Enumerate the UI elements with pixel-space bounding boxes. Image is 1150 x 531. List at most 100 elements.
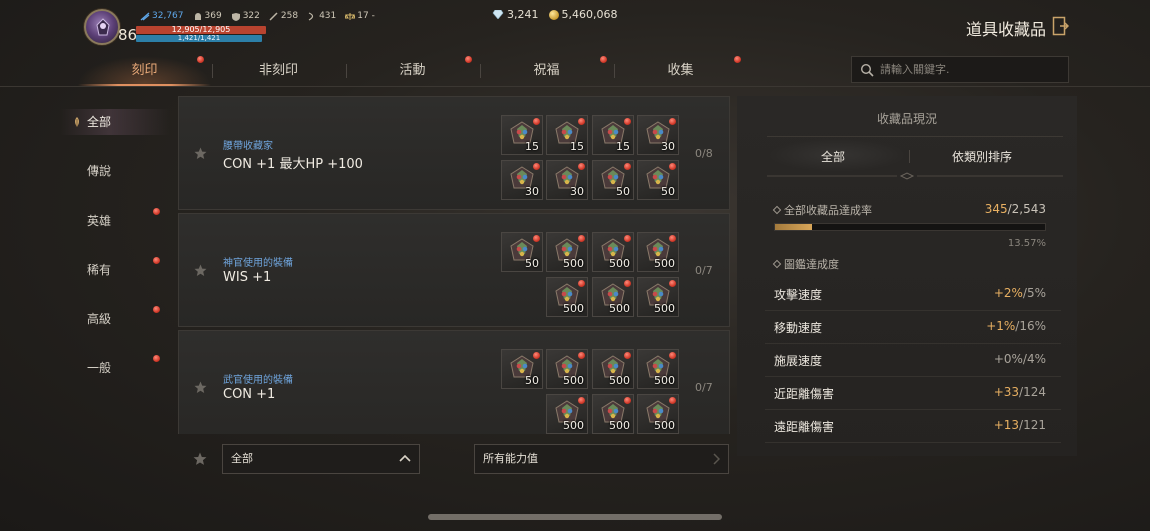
- notification-dot: [153, 306, 160, 313]
- favorite-star-icon[interactable]: [194, 264, 207, 277]
- total-rate-percent: 13.57%: [1007, 238, 1046, 249]
- notification-dot: [578, 235, 585, 242]
- collection-item-slot[interactable]: 50: [637, 160, 679, 200]
- panel-divider: [767, 136, 1063, 137]
- combat-power: 32,767: [140, 11, 184, 21]
- collection-item-slot[interactable]: 500: [546, 394, 588, 434]
- stat-ranged: 431: [307, 11, 336, 21]
- tab-separator: [346, 64, 347, 78]
- collection-item-slot[interactable]: 500: [546, 232, 588, 272]
- collection-effect: CON +1 最大HP +100: [223, 157, 363, 172]
- category-legendary[interactable]: 傳說: [60, 158, 170, 184]
- character-level: 86: [118, 26, 138, 44]
- collection-item-slot[interactable]: 500: [592, 277, 634, 317]
- panel-tab-sort-by-category[interactable]: 依類別排序: [952, 148, 1012, 165]
- item-required-count: 50: [525, 374, 539, 387]
- collection-item-slot[interactable]: 500: [637, 232, 679, 272]
- collection-progress: 0/8: [695, 147, 713, 160]
- collection-item-slot[interactable]: 500: [592, 232, 634, 272]
- category-advanced[interactable]: 高級: [60, 306, 170, 332]
- favorites-filter-star-icon[interactable]: [193, 452, 207, 466]
- collection-item-slot[interactable]: 30: [546, 160, 588, 200]
- item-required-count: 15: [616, 140, 630, 153]
- header-divider: [0, 86, 1150, 87]
- notification-dot: [578, 352, 585, 359]
- favorite-star-icon[interactable]: [194, 381, 207, 394]
- collection-card[interactable]: 武官使用的裝備 CON +1 0/7 50 500 500 500 500 500 500: [178, 330, 730, 434]
- collection-card[interactable]: 腰帶收藏家 CON +1 最大HP +100 0/8 15 15 15 30 30 30 5…: [178, 96, 730, 210]
- collection-item-slot[interactable]: 30: [501, 160, 543, 200]
- grade-filter-value: 全部: [231, 452, 253, 465]
- search-input[interactable]: [880, 57, 1065, 82]
- item-required-count: 50: [616, 185, 630, 198]
- category-label: 稀有: [87, 263, 112, 277]
- category-all[interactable]: 全部: [60, 109, 170, 135]
- category-common[interactable]: 一般: [60, 355, 170, 381]
- item-required-count: 15: [525, 140, 539, 153]
- tab-engraved[interactable]: 刻印: [78, 56, 211, 86]
- panel-tab-all[interactable]: 全部: [821, 148, 845, 165]
- notification-dot: [533, 235, 540, 242]
- stat-alignment: 17 -: [345, 11, 375, 21]
- tab-separator: [614, 64, 615, 78]
- collection-list[interactable]: 腰帶收藏家 CON +1 最大HP +100 0/8 15 15 15 30 30 30 5…: [178, 96, 730, 434]
- chevron-up-icon: [399, 454, 411, 462]
- panel-title: 收藏品現況: [876, 112, 937, 126]
- search-box[interactable]: [851, 56, 1069, 83]
- category-rare[interactable]: 稀有: [60, 257, 170, 283]
- bonus-row: 近距離傷害 +33/124: [765, 377, 1061, 410]
- collection-item-slot[interactable]: 30: [637, 115, 679, 155]
- page-title: 道具收藏品: [966, 20, 1047, 39]
- collection-item-slot[interactable]: 500: [546, 277, 588, 317]
- collection-item-slot[interactable]: 500: [637, 349, 679, 389]
- gold-balance[interactable]: 5,460,068: [548, 8, 617, 21]
- divider-ornament: [767, 172, 1063, 180]
- collection-item-slot[interactable]: 500: [546, 349, 588, 389]
- item-required-count: 30: [570, 185, 584, 198]
- total-rate-progress-bar: [774, 223, 1046, 231]
- notification-dot: [669, 118, 676, 125]
- notification-dot: [153, 355, 160, 362]
- collection-item-slot[interactable]: 500: [637, 277, 679, 317]
- notification-dot: [669, 163, 676, 170]
- tab-collect[interactable]: 收集: [614, 56, 747, 86]
- favorite-star-icon[interactable]: [194, 147, 207, 160]
- collection-item-slot[interactable]: 50: [592, 160, 634, 200]
- item-required-count: 500: [609, 302, 630, 315]
- notification-dot: [533, 352, 540, 359]
- total-rate-label: 全部收藏品達成率: [772, 202, 872, 218]
- collection-item-slot[interactable]: 50: [501, 349, 543, 389]
- item-required-count: 30: [525, 185, 539, 198]
- diamond-balance[interactable]: 3,241: [492, 8, 539, 21]
- item-required-count: 500: [563, 302, 584, 315]
- tab-event[interactable]: 活動: [346, 56, 479, 86]
- category-heroic[interactable]: 英雄: [60, 208, 170, 234]
- currency-display: 3,241 5,460,068: [492, 8, 617, 21]
- notification-dot: [578, 397, 585, 404]
- grade-filter-dropdown[interactable]: 全部: [222, 444, 420, 474]
- exit-icon[interactable]: [1052, 16, 1069, 36]
- notification-dot: [153, 208, 160, 215]
- collection-item-slot[interactable]: 500: [592, 349, 634, 389]
- leaf-icon: [75, 117, 79, 127]
- collection-item-slot[interactable]: 15: [592, 115, 634, 155]
- character-avatar[interactable]: [84, 9, 120, 45]
- collection-card[interactable]: 神官使用的裝備 WIS +1 0/7 50 500 500 500 500 500 500: [178, 213, 730, 327]
- notification-dot: [624, 397, 631, 404]
- collection-item-slot[interactable]: 15: [546, 115, 588, 155]
- ability-filter-dropdown[interactable]: 所有能力值: [474, 444, 729, 474]
- tab-blessing[interactable]: 祝福: [480, 56, 613, 86]
- collection-item-slot[interactable]: 500: [592, 394, 634, 434]
- collection-item-slot[interactable]: 50: [501, 232, 543, 272]
- notification-dot: [669, 352, 676, 359]
- collection-item-slot[interactable]: 15: [501, 115, 543, 155]
- collection-item-slot[interactable]: 500: [637, 394, 679, 434]
- home-indicator[interactable]: [428, 514, 722, 520]
- tab-non-engraved[interactable]: 非刻印: [212, 56, 345, 86]
- tab-separator: [480, 64, 481, 78]
- panel-tab-separator: [909, 150, 910, 163]
- shield-icon: [231, 12, 240, 21]
- notification-dot: [624, 280, 631, 287]
- item-required-count: 500: [654, 374, 675, 387]
- notification-dot: [578, 280, 585, 287]
